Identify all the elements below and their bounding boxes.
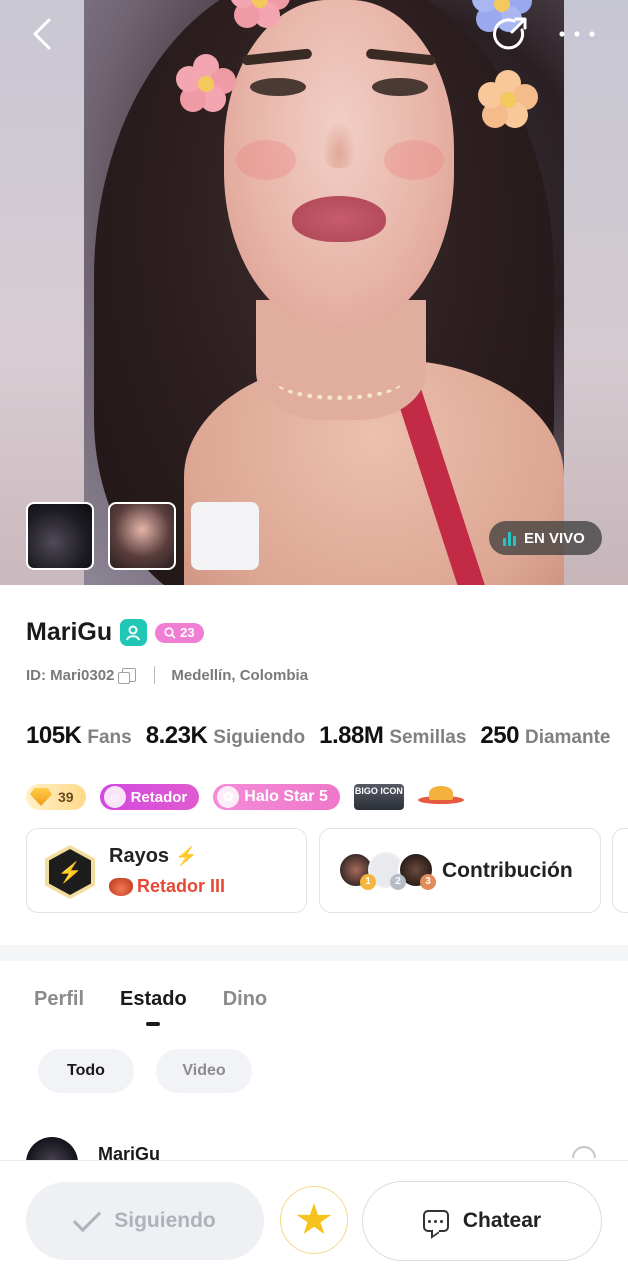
sombrero-badge-icon[interactable] <box>417 784 464 810</box>
stat-fans-value[interactable]: 105K <box>26 722 82 750</box>
live-badge-label: EN VIVO <box>524 529 585 547</box>
contribution-label: Contribución <box>442 859 573 882</box>
flower-sticker-icon <box>478 70 538 130</box>
tab-dino[interactable]: Dino <box>223 988 267 1011</box>
user-id: ID: Mari0302 <box>26 666 115 684</box>
diamond-level-badge[interactable]: 39 <box>26 784 86 810</box>
photo-cheek-left <box>236 140 296 180</box>
chat-button[interactable]: Chatear <box>362 1181 602 1261</box>
stat-diamonds-label[interactable]: Diamante <box>525 727 611 749</box>
profile-name: MariGu <box>26 618 113 646</box>
medal-bronze-icon: 3 <box>420 874 436 890</box>
photo-lips <box>292 196 386 242</box>
rayos-rank: Retador III <box>137 876 226 896</box>
tab-estado[interactable]: Estado <box>120 988 187 1011</box>
badge-row: 39 ☺ Retador ✿ Halo Star 5 BIGO ICON <box>26 784 464 810</box>
chevron-left-icon <box>33 18 51 50</box>
section-divider <box>0 945 628 961</box>
photo-necklace <box>274 360 404 400</box>
halo-star-badge[interactable]: ✿ Halo Star 5 <box>213 784 340 810</box>
following-button-label: Siguiendo <box>114 1209 216 1232</box>
profile-name-row: MariGu 23 <box>26 618 204 647</box>
media-thumbnail-video[interactable] <box>26 502 94 570</box>
stat-diamonds-value[interactable]: 250 <box>480 722 519 750</box>
copy-icon[interactable] <box>118 668 137 684</box>
following-button[interactable]: Siguiendo <box>26 1182 264 1260</box>
bottom-action-bar: Siguiendo Chatear <box>0 1160 628 1280</box>
stat-following-label[interactable]: Siguiendo <box>213 727 305 749</box>
photo-eye-left <box>250 78 306 96</box>
contribution-card[interactable]: 1 2 3 Contribución <box>319 828 601 913</box>
check-icon <box>73 1203 102 1233</box>
more-options-button[interactable] <box>552 12 602 56</box>
next-card-peek[interactable] <box>612 828 628 913</box>
profile-photo[interactable] <box>84 0 564 585</box>
user-level-badge[interactable]: 23 <box>155 622 204 643</box>
retador-badge-label: Retador <box>130 788 188 806</box>
rayos-title: Rayos <box>109 845 170 867</box>
retador-icon: ☺ <box>103 786 126 808</box>
halo-star-label: Halo Star 5 <box>244 788 328 805</box>
share-icon <box>493 17 527 50</box>
top-contributors: 1 2 3 <box>338 852 436 892</box>
photo-eye-right <box>372 78 428 96</box>
retador-badge[interactable]: ☺ Retador <box>99 784 200 810</box>
user-level-value: 23 <box>180 625 195 640</box>
halo-icon: ✿ <box>217 786 240 808</box>
rank-crest-icon <box>109 877 133 896</box>
stat-following-value[interactable]: 8.23K <box>146 722 208 750</box>
medal-silver-icon: 2 <box>390 874 406 890</box>
filter-todo[interactable]: Todo <box>38 1049 134 1093</box>
stat-seeds-value[interactable]: 1.88M <box>319 722 384 750</box>
post-weather-icon <box>572 1146 596 1158</box>
photo-cheek-right <box>384 140 444 180</box>
media-thumbnail-photo[interactable] <box>108 502 176 570</box>
more-dots-icon <box>559 31 595 37</box>
stat-fans-label[interactable]: Fans <box>87 727 131 749</box>
profile-id-row: ID: Mari0302 Medellín, Colombia <box>26 666 308 684</box>
share-button[interactable] <box>488 12 532 56</box>
photo-brow-left <box>241 48 313 66</box>
status-filters: Todo Video <box>38 1049 252 1093</box>
live-bars-icon <box>503 530 516 546</box>
photo-nose <box>322 120 356 168</box>
rayos-rank-row: Retador III <box>109 876 225 897</box>
chat-button-label: Chatear <box>462 1209 542 1232</box>
profile-tabs: Perfil Estado Dino <box>34 988 267 1011</box>
id-location-divider <box>154 666 156 684</box>
lightning-icon: ⚡ <box>175 846 198 866</box>
diamond-icon <box>30 788 52 806</box>
back-button[interactable] <box>22 12 66 56</box>
photo-face <box>224 0 454 330</box>
favorite-star-button[interactable] <box>280 1186 348 1254</box>
medal-gold-icon: 1 <box>360 874 376 890</box>
tab-perfil[interactable]: Perfil <box>34 988 84 1011</box>
live-badge[interactable]: EN VIVO <box>489 521 602 555</box>
rayos-title-row: Rayos ⚡ <box>109 845 197 868</box>
bigo-icon-label: BIGO ICON <box>354 786 403 796</box>
hero-blur-right <box>564 0 628 585</box>
chat-bubble-icon <box>422 1210 449 1232</box>
filter-video[interactable]: Video <box>156 1049 252 1093</box>
star-icon <box>296 1203 332 1234</box>
profile-hero: EN VIVO <box>0 0 628 585</box>
profile-stats: 105K Fans 8.23K Siguiendo 1.88M Semillas… <box>26 722 615 750</box>
media-thumbnail-empty[interactable] <box>191 502 259 570</box>
bigo-icon-badge[interactable]: BIGO ICON <box>353 784 404 810</box>
level-icon <box>164 626 176 639</box>
flower-sticker-icon <box>176 54 236 114</box>
verified-user-icon[interactable] <box>120 619 148 646</box>
photo-brow-right <box>365 48 437 66</box>
flower-sticker-icon <box>230 0 290 30</box>
stat-seeds-label[interactable]: Semillas <box>389 727 466 749</box>
user-location: Medellín, Colombia <box>171 666 309 684</box>
diamond-level-value: 39 <box>58 789 74 805</box>
hero-blur-left <box>0 0 84 585</box>
rayos-card[interactable]: ⚡ Rayos ⚡ Retador III <box>26 828 307 913</box>
